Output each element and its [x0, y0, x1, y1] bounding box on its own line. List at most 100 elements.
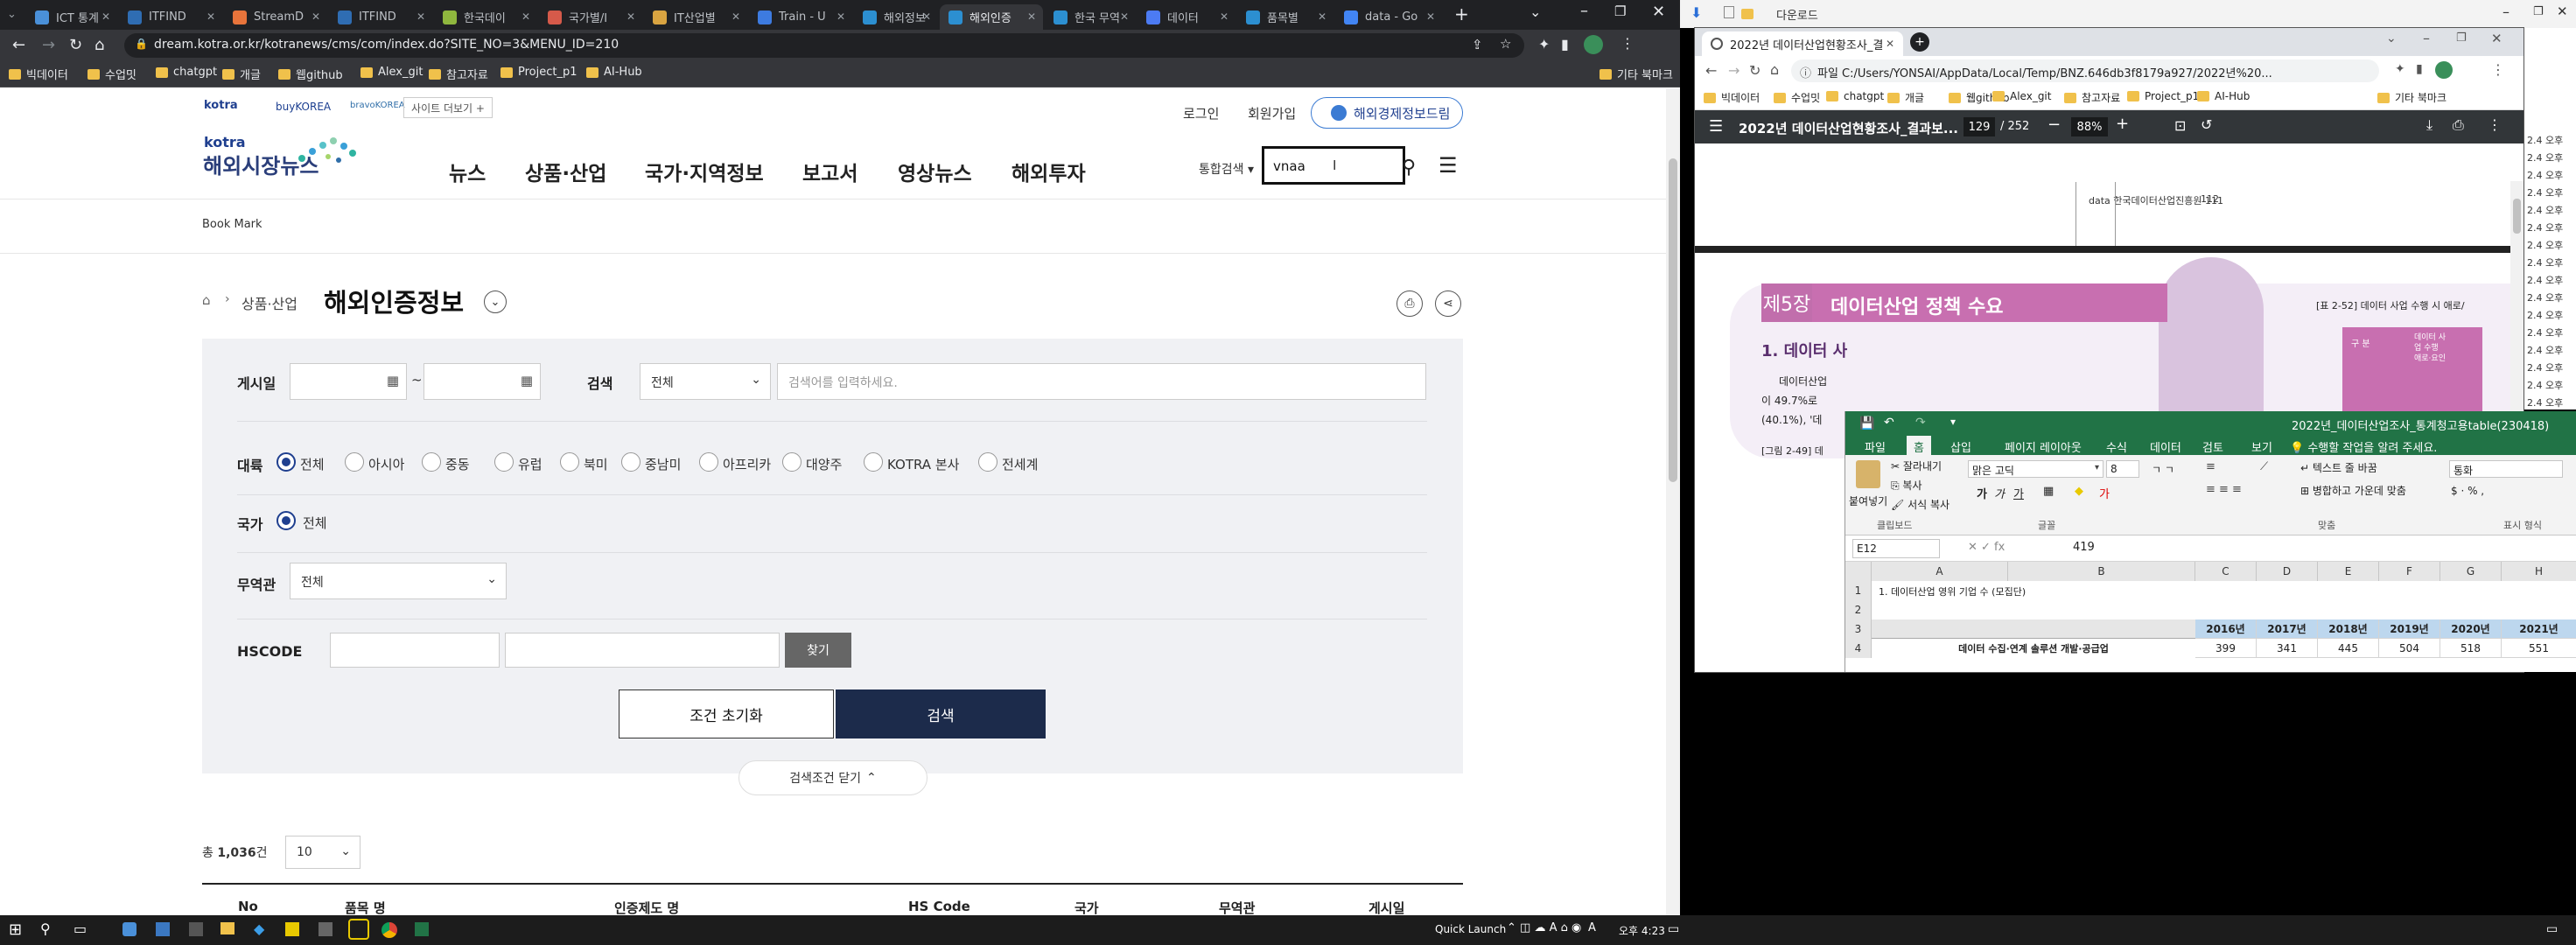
ribbon-tab[interactable]: 파일 [1858, 436, 1893, 455]
menu-kebab-icon[interactable]: ⋮ [2491, 61, 2505, 78]
italic-icon[interactable]: 가 [1994, 485, 2005, 501]
nav-invest[interactable]: 해외투자 [1012, 157, 1086, 186]
find-button[interactable]: 찾기 [785, 633, 851, 668]
collapse-filter-button[interactable]: 검색조건 닫기 ⌃ [738, 760, 928, 795]
scrollbar-thumb[interactable] [1669, 158, 1677, 482]
column-header[interactable]: E [2318, 562, 2379, 581]
header-blank-cell[interactable] [1872, 620, 2195, 639]
search-scope-select[interactable]: 통합검색 ▾ [1199, 160, 1254, 178]
ribbon-tab[interactable]: 데이터 [2143, 436, 2188, 455]
notification-icon-2[interactable]: ▭ [2546, 922, 2558, 936]
minimize-icon[interactable]: – [1580, 2, 1588, 20]
site-more-button[interactable]: 사이트 더보기 + [403, 97, 493, 118]
sidepanel-icon[interactable]: ▮ [1561, 36, 1569, 52]
app-icon-6[interactable] [348, 919, 369, 940]
end-date-input[interactable]: ▦ [424, 363, 541, 400]
page-number-input[interactable]: 129 [1964, 117, 1995, 136]
table-header-cell[interactable]: 게시일 [1368, 899, 1404, 915]
restore-icon[interactable]: ❐ [1614, 4, 1626, 19]
trade-office-select[interactable]: 전체 ⌄ [290, 563, 507, 599]
row-header[interactable]: 4 [1845, 639, 1872, 658]
sidepanel-icon[interactable]: ▮ [2416, 62, 2423, 76]
continent-radio[interactable] [782, 452, 802, 472]
ribbon-tab[interactable]: 페이지 레이아웃 [1998, 436, 2089, 455]
quick-launch[interactable]: Quick Launch [1435, 923, 1506, 935]
continent-radio[interactable] [494, 452, 514, 472]
orientation-icon[interactable]: ⟋ [2260, 460, 2268, 473]
browser-tab[interactable]: 해외정보 ✕ [854, 4, 938, 30]
close-tab-icon[interactable]: ✕ [522, 10, 530, 23]
rotate-icon[interactable]: ↺ [2201, 116, 2212, 133]
title-dropdown-icon[interactable]: ⌄ [484, 290, 507, 313]
close-window-icon[interactable]: ✕ [1652, 3, 1665, 21]
bookmark-item[interactable]: 참고자료 [429, 66, 488, 82]
app-icon-5[interactable] [318, 922, 332, 936]
chrome-icon[interactable] [382, 922, 397, 938]
year-header-cell[interactable]: 2018년 [2318, 620, 2379, 639]
search-icon[interactable]: ⚲ [40, 920, 51, 937]
bookmark-item[interactable]: 개글 [1887, 90, 1924, 105]
browser-tab[interactable]: 품목별 ✕ [1237, 4, 1334, 30]
pdf-menu-icon[interactable]: ☰ [1709, 117, 1723, 136]
econ-board-button[interactable]: 해외경제정보드림 [1311, 97, 1463, 129]
star-icon[interactable]: ☆ [1500, 36, 1511, 52]
login-link[interactable]: 로그인 [1183, 104, 1219, 122]
align-top-icon[interactable]: ≡ [2206, 460, 2216, 473]
bookmark-item[interactable]: AI-Hub [586, 66, 642, 79]
column-header[interactable]: D [2257, 562, 2318, 581]
close-tab-icon[interactable]: ✕ [206, 10, 215, 23]
data-cell[interactable]: 399 [2195, 639, 2257, 658]
fill-color-icon[interactable]: ◆ [2075, 485, 2083, 498]
continent-radio[interactable] [864, 452, 883, 472]
other-bookmarks[interactable]: 기타 북마크 [2377, 90, 2446, 105]
vscode-icon[interactable]: ◆ [254, 920, 264, 937]
tab-list-icon[interactable]: ⌄ [2386, 32, 2397, 46]
format-painter-button[interactable]: 🖌 서식 복사 [1891, 497, 1950, 512]
continent-radio[interactable] [345, 452, 364, 472]
browser-tab[interactable]: ITFIND ✕ [119, 4, 222, 30]
column-header[interactable]: H [2502, 562, 2576, 581]
continent-radio[interactable] [276, 452, 296, 472]
breadcrumb[interactable]: 상품·산업 [242, 292, 298, 313]
data-cell[interactable]: 518 [2440, 639, 2502, 658]
close-window-icon[interactable]: ✕ [2557, 4, 2568, 19]
close-tab-icon[interactable]: ✕ [626, 10, 635, 23]
excel-icon[interactable] [415, 922, 429, 936]
column-header[interactable]: B [2008, 562, 2195, 581]
tray-icons[interactable]: ⌃ ◫ ☁ A ⌂ ◉ [1507, 921, 1581, 934]
bookmark-item[interactable]: chatgpt [156, 66, 217, 79]
ribbon-tab[interactable]: 검토 [2195, 436, 2230, 455]
bookmark-item[interactable]: 수업밋 [88, 66, 136, 82]
home-breadcrumb-icon[interactable]: ⌂ [202, 292, 211, 308]
browser-tab[interactable]: IT산업별 ✕ [644, 4, 747, 30]
formula-controls[interactable]: ✕ ✓ fx [1968, 541, 2005, 554]
year-header-cell[interactable]: 2016년 [2195, 620, 2257, 639]
table-header-cell[interactable]: 무역관 [1219, 899, 1255, 915]
other-bookmarks[interactable]: 기타 북마크 [1600, 66, 1673, 82]
bookmark-item[interactable]: Alex_git [1992, 90, 2051, 102]
bold-icon[interactable]: 가 [1977, 485, 1987, 501]
column-header[interactable]: G [2440, 562, 2502, 581]
forward-icon[interactable]: → [42, 36, 55, 54]
explorer-icon[interactable] [220, 922, 234, 934]
browser-tab[interactable]: 데이터 ✕ [1138, 4, 1236, 30]
close-tab-icon[interactable]: ✕ [312, 10, 320, 23]
pdf-tab[interactable]: 2022년 데이터산업현황조사_결 ✕ [1702, 32, 1903, 56]
restore-icon[interactable]: ❐ [2533, 5, 2544, 18]
reset-button[interactable]: 조건 초기화 [619, 690, 834, 738]
column-header[interactable]: C [2195, 562, 2257, 581]
profile-avatar[interactable] [1584, 35, 1603, 54]
reload-icon[interactable]: ↻ [69, 36, 82, 54]
search-icon[interactable]: ⚲ [1402, 157, 1416, 178]
browser-tab[interactable]: ITFIND ✕ [329, 4, 432, 30]
table-header-cell[interactable]: No [238, 899, 258, 914]
share-icon[interactable]: ⇪ [1472, 37, 1483, 52]
task-view-icon[interactable]: ▭ [74, 920, 87, 937]
menu-kebab-icon[interactable]: ⋮ [2488, 116, 2502, 133]
tell-me[interactable]: 💡 수행할 작업을 알려 주세요. [2290, 438, 2437, 455]
extensions-icon[interactable]: ✦ [2395, 62, 2405, 76]
buykorea-logo[interactable]: buyKOREA [276, 101, 331, 113]
align-left-icon[interactable]: ≡ ≡ ≡ [2206, 483, 2242, 496]
browser-tab[interactable]: 해외인증 ✕ [940, 4, 1043, 30]
cell-a1[interactable]: 1. 데이터산업 영위 기업 수 (모집단) [1879, 584, 2026, 598]
